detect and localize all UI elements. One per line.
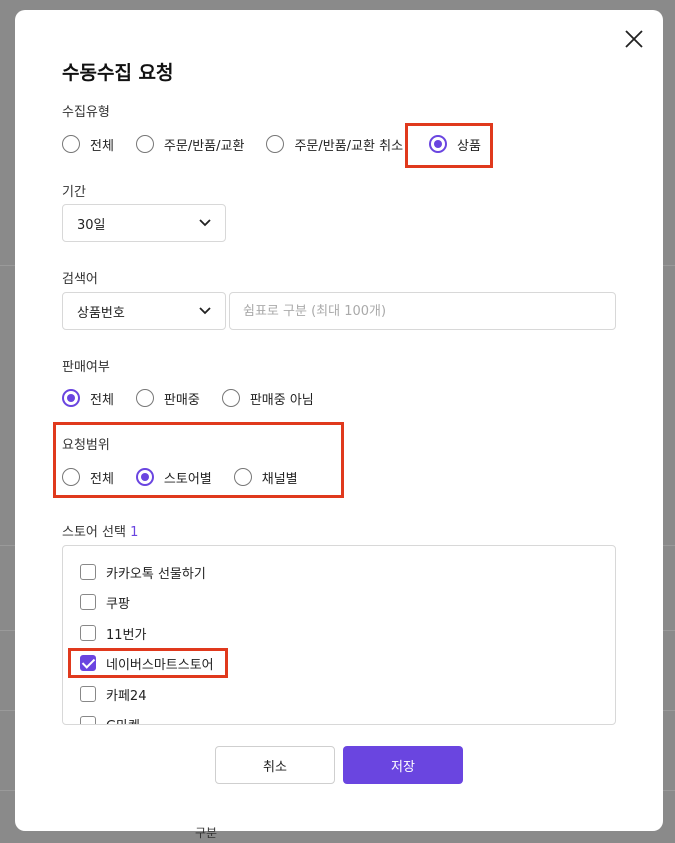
radio-label: 판매중 아님 (249, 392, 314, 408)
radio-button[interactable] (221, 389, 240, 407)
store-label: 11번가 (106, 627, 147, 643)
chevron-down-icon (199, 307, 211, 315)
collect-type-radio-group: 전체 주문/반품/교환 주문/반품/교환 취소 상품 (62, 133, 503, 155)
search-input[interactable] (229, 292, 616, 330)
sale-status-option-on-sale[interactable]: 판매중 (135, 389, 200, 408)
store-item-gmarket[interactable]: G마켓 (80, 714, 140, 725)
request-scope-option-all[interactable]: 전체 (62, 468, 114, 487)
store-item-cafe24[interactable]: 카페24 (80, 684, 146, 704)
checkbox[interactable] (80, 594, 96, 610)
request-scope-label: 요청범위 (62, 438, 110, 453)
sale-status-option-not-on-sale[interactable]: 판매중 아님 (221, 389, 314, 408)
radio-label: 판매중 (163, 392, 200, 408)
store-label: 쿠팡 (106, 596, 130, 612)
radio-button[interactable] (135, 389, 154, 407)
store-item-coupang[interactable]: 쿠팡 (80, 592, 130, 612)
search-type-value: 상품번호 (77, 305, 125, 321)
radio-label: 상품 (457, 138, 481, 154)
backdrop-text: 구분 (195, 826, 218, 840)
manual-collect-modal: 수동수집 요청 수집유형 전체 주문/반품/교환 주문/반품/교환 취소 상품 … (15, 10, 663, 831)
radio-label: 스토어별 (163, 471, 212, 487)
radio-label: 전체 (90, 138, 114, 154)
request-scope-option-store[interactable]: 스토어별 (135, 468, 212, 487)
store-select-title: 스토어 선택 (62, 525, 126, 540)
radio-button-selected[interactable] (135, 468, 154, 486)
close-icon (625, 30, 643, 48)
store-label: G마켓 (106, 715, 140, 725)
chevron-down-icon (199, 219, 211, 227)
collect-type-option-all[interactable]: 전체 (62, 135, 114, 154)
store-label: 카카오톡 선물하기 (106, 566, 206, 582)
period-select-value: 30일 (77, 217, 106, 233)
radio-button[interactable] (62, 135, 80, 153)
store-label: 네이버스마트스토어 (106, 657, 214, 673)
sale-status-option-all[interactable]: 전체 (62, 389, 114, 408)
radio-label: 주문/반품/교환 (163, 138, 245, 154)
checkbox-checked[interactable] (80, 655, 96, 671)
store-item-kakaotalk-gift[interactable]: 카카오톡 선물하기 (80, 562, 206, 582)
cancel-button[interactable]: 취소 (215, 746, 335, 784)
save-button[interactable]: 저장 (343, 746, 463, 784)
collect-type-option-order[interactable]: 주문/반품/교환 (135, 135, 245, 154)
store-item-11st[interactable]: 11번가 (80, 623, 146, 643)
period-label: 기간 (62, 185, 86, 200)
radio-label: 전체 (90, 392, 114, 408)
radio-label: 전체 (90, 471, 114, 487)
collect-type-option-product[interactable]: 상품 (429, 135, 481, 154)
radio-button[interactable] (62, 468, 80, 486)
radio-button-selected[interactable] (62, 389, 80, 407)
radio-label: 주문/반품/교환 취소 (294, 138, 404, 154)
period-select[interactable]: 30일 (62, 204, 226, 242)
radio-label: 채널별 (261, 471, 298, 487)
radio-button-selected[interactable] (429, 135, 448, 153)
checkbox[interactable] (80, 686, 96, 702)
radio-button[interactable] (233, 468, 252, 486)
search-label: 검색어 (62, 272, 98, 287)
sale-status-label: 판매여부 (62, 360, 110, 375)
search-type-select[interactable]: 상품번호 (62, 292, 226, 330)
store-label: 카페24 (106, 688, 147, 704)
sale-status-radio-group: 전체 판매중 판매중 아님 (62, 387, 336, 409)
store-list[interactable]: 카카오톡 선물하기 쿠팡 11번가 네이버스마트스토어 카페24 G마켓 (62, 545, 616, 725)
store-select-label: 스토어 선택 1 (62, 521, 138, 540)
modal-title: 수동수집 요청 (62, 62, 174, 84)
checkbox[interactable] (80, 564, 96, 580)
checkbox[interactable] (80, 716, 96, 724)
store-select-count: 1 (130, 525, 139, 540)
store-item-naver-smartstore[interactable]: 네이버스마트스토어 (80, 653, 214, 673)
radio-button[interactable] (266, 135, 285, 153)
checkbox[interactable] (80, 625, 96, 641)
request-scope-radio-group: 전체 스토어별 채널별 (62, 466, 320, 488)
collect-type-label: 수집유형 (62, 105, 110, 120)
collect-type-option-order-cancel[interactable]: 주문/반품/교환 취소 (266, 135, 403, 154)
radio-button[interactable] (135, 135, 154, 153)
close-button[interactable] (622, 27, 646, 51)
request-scope-option-channel[interactable]: 채널별 (233, 468, 298, 487)
